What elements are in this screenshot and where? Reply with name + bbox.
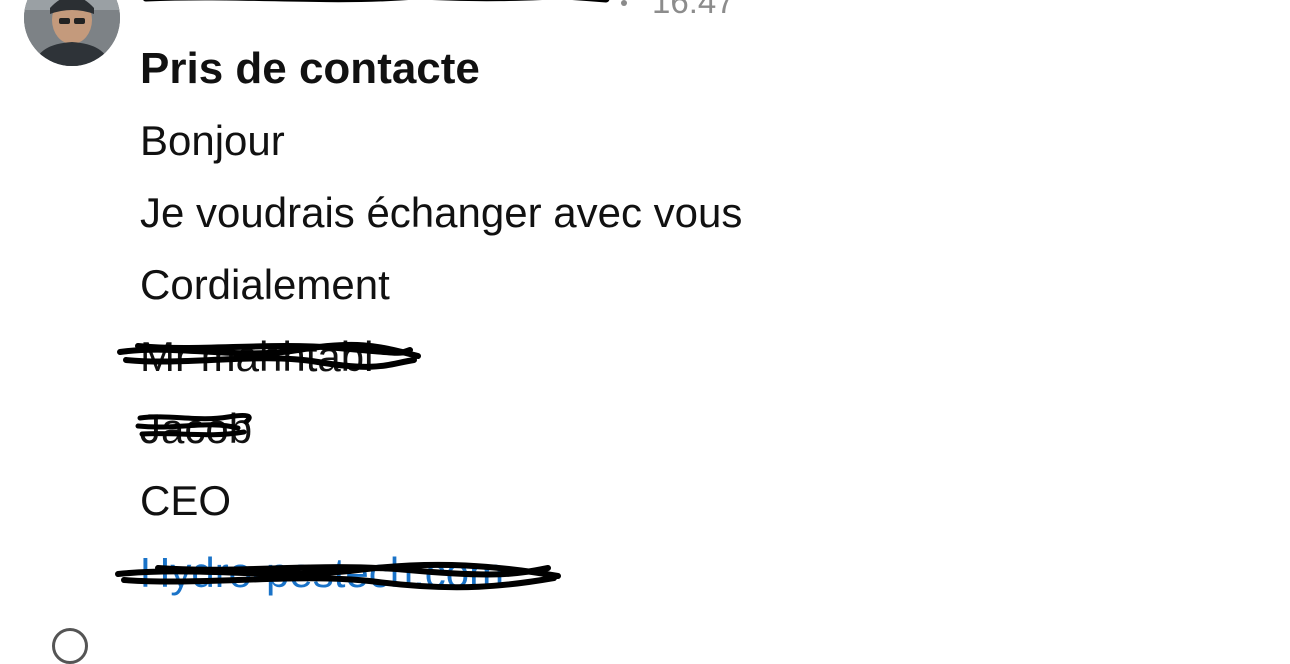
message-header: 16:47 xyxy=(140,0,840,20)
redaction-scribble xyxy=(115,561,561,591)
signature-first-name-redacted: Jacob xyxy=(135,402,252,456)
signature-name-redacted: Mr mahhtabi xyxy=(117,330,421,384)
signature-first-name-line: Jacob xyxy=(135,402,1240,456)
redaction-scribble xyxy=(135,412,252,438)
body-line-content: Je voudrais échanger avec vous xyxy=(140,189,743,236)
redaction-scribble xyxy=(117,341,421,370)
body-line-closing: Cordialement xyxy=(140,261,390,308)
next-message-avatar[interactable] xyxy=(52,628,88,664)
user-avatar-icon xyxy=(24,0,120,66)
signature-name-line: Mr mahhtabi xyxy=(117,330,1240,384)
separator-dot xyxy=(621,0,627,6)
sender-name-redacted xyxy=(143,0,610,3)
message-subject: Pris de contacte xyxy=(140,44,480,93)
website-link-redacted[interactable]: Hydro-pestech.com xyxy=(115,546,561,600)
message-timestamp: 16:47 xyxy=(652,0,735,20)
body-line-greeting: Bonjour xyxy=(140,117,285,164)
sender-avatar[interactable] xyxy=(24,0,120,66)
message-body: Pris de contacte Bonjour Je voudrais éch… xyxy=(115,42,1240,618)
signature-title: CEO xyxy=(140,477,232,524)
signature-website-line: Hydro-pestech.com xyxy=(115,546,1240,600)
